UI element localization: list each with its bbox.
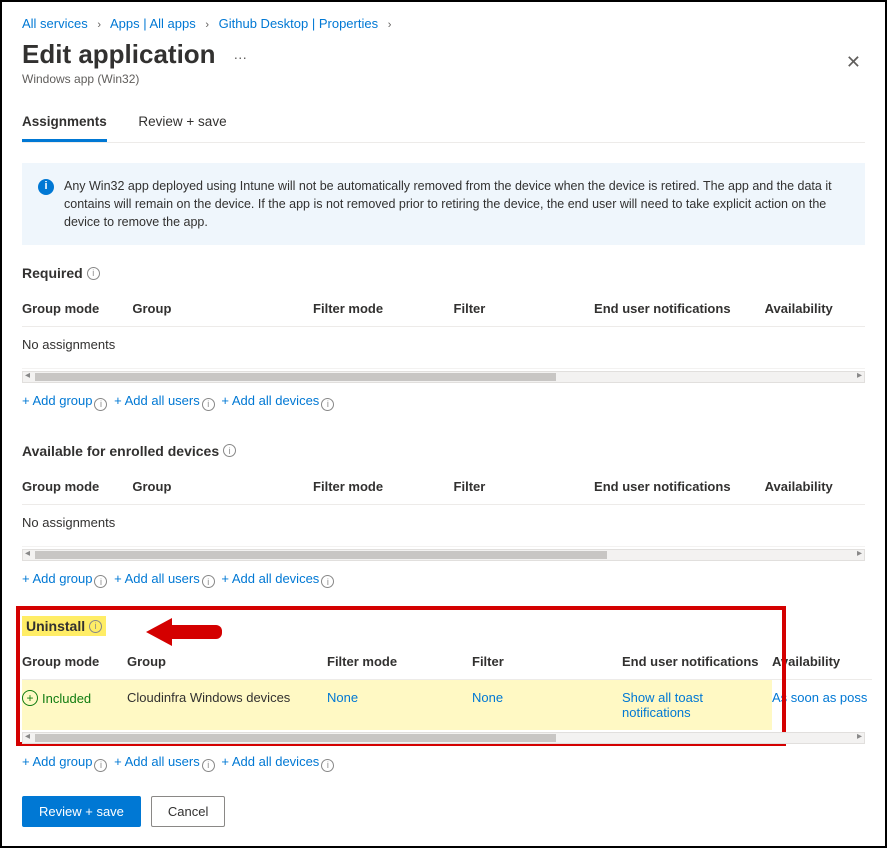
add-all-devices-link[interactable]: + Add all devices: [221, 754, 319, 769]
notifications-cell[interactable]: Show all toast notifications: [622, 680, 772, 731]
table-row: No assignments: [22, 504, 865, 546]
table-row: No assignments: [22, 327, 865, 369]
more-actions-icon[interactable]: …: [219, 46, 248, 62]
group-mode-included[interactable]: + Included: [22, 690, 91, 706]
col-group-mode: Group mode: [22, 469, 132, 505]
plus-circle-icon: +: [22, 690, 38, 706]
col-group: Group: [127, 644, 327, 680]
col-availability: Availability: [765, 291, 865, 327]
info-tooltip-icon[interactable]: i: [87, 267, 100, 280]
info-tooltip-icon[interactable]: i: [94, 575, 107, 588]
col-filter-mode: Filter mode: [327, 644, 472, 680]
page-subtitle: Windows app (Win32): [22, 72, 248, 86]
page-title: Edit application: [22, 39, 216, 70]
section-uninstall-title: Uninstall: [26, 618, 85, 634]
info-tooltip-icon[interactable]: i: [94, 398, 107, 411]
chevron-right-icon: ›: [199, 19, 215, 31]
cancel-button[interactable]: Cancel: [151, 796, 225, 827]
filter-mode-cell[interactable]: None: [327, 680, 472, 731]
col-group-mode: Group mode: [22, 644, 127, 680]
close-icon[interactable]: ✕: [842, 48, 865, 77]
horizontal-scrollbar[interactable]: [22, 732, 865, 744]
info-banner-text: Any Win32 app deployed using Intune will…: [64, 177, 849, 231]
info-tooltip-icon[interactable]: i: [202, 759, 215, 772]
info-tooltip-icon[interactable]: i: [321, 575, 334, 588]
filter-cell[interactable]: None: [472, 680, 622, 731]
info-tooltip-icon[interactable]: i: [89, 620, 102, 633]
section-uninstall: Uninstall i Group mode Group Filter mode…: [22, 612, 865, 772]
add-group-link[interactable]: + Add group: [22, 571, 92, 586]
col-group: Group: [132, 469, 313, 505]
info-tooltip-icon[interactable]: i: [202, 575, 215, 588]
add-all-users-link[interactable]: + Add all users: [114, 754, 200, 769]
group-name-cell: Cloudinfra Windows devices: [127, 680, 327, 731]
col-filter: Filter: [472, 644, 622, 680]
info-tooltip-icon[interactable]: i: [202, 398, 215, 411]
info-tooltip-icon[interactable]: i: [223, 444, 236, 457]
tab-bar: Assignments Review + save: [22, 106, 865, 143]
info-icon: i: [38, 179, 54, 195]
section-required: Required i Group mode Group Filter mode …: [22, 259, 865, 411]
add-all-devices-link[interactable]: + Add all devices: [221, 393, 319, 408]
footer-actions: Review + save Cancel: [22, 796, 865, 827]
section-available: Available for enrolled devices i Group m…: [22, 437, 865, 589]
add-all-users-link[interactable]: + Add all users: [114, 571, 200, 586]
section-required-title: Required: [22, 265, 83, 281]
required-table: Group mode Group Filter mode Filter End …: [22, 291, 865, 369]
horizontal-scrollbar[interactable]: [22, 371, 865, 383]
col-notifications: End user notifications: [622, 644, 772, 680]
col-notifications: End user notifications: [594, 469, 765, 505]
col-availability: Availability: [765, 469, 865, 505]
no-assignments-text: No assignments: [22, 327, 865, 369]
add-group-link[interactable]: + Add group: [22, 754, 92, 769]
col-group: Group: [132, 291, 313, 327]
col-filter-mode: Filter mode: [313, 291, 454, 327]
add-group-link[interactable]: + Add group: [22, 393, 92, 408]
add-all-devices-link[interactable]: + Add all devices: [221, 571, 319, 586]
available-table: Group mode Group Filter mode Filter End …: [22, 469, 865, 547]
availability-cell[interactable]: As soon as poss: [772, 680, 872, 731]
breadcrumb-apps[interactable]: Apps | All apps: [110, 16, 196, 31]
table-row[interactable]: + Included Cloudinfra Windows devices No…: [22, 680, 872, 731]
col-filter: Filter: [454, 469, 595, 505]
info-banner: i Any Win32 app deployed using Intune wi…: [22, 163, 865, 245]
chevron-right-icon: ›: [382, 19, 398, 31]
add-all-users-link[interactable]: + Add all users: [114, 393, 200, 408]
breadcrumb: All services › Apps | All apps › Github …: [22, 12, 865, 39]
tab-review-save[interactable]: Review + save: [138, 106, 226, 139]
chevron-right-icon: ›: [91, 19, 107, 31]
col-group-mode: Group mode: [22, 291, 132, 327]
breadcrumb-all-services[interactable]: All services: [22, 16, 88, 31]
info-tooltip-icon[interactable]: i: [321, 759, 334, 772]
info-tooltip-icon[interactable]: i: [94, 759, 107, 772]
col-filter-mode: Filter mode: [313, 469, 454, 505]
review-save-button[interactable]: Review + save: [22, 796, 141, 827]
no-assignments-text: No assignments: [22, 504, 865, 546]
info-tooltip-icon[interactable]: i: [321, 398, 334, 411]
group-mode-label: Included: [42, 691, 91, 706]
col-filter: Filter: [454, 291, 595, 327]
horizontal-scrollbar[interactable]: [22, 549, 865, 561]
col-availability: Availability: [772, 644, 872, 680]
breadcrumb-app-properties[interactable]: Github Desktop | Properties: [219, 16, 378, 31]
tab-assignments[interactable]: Assignments: [22, 106, 107, 142]
uninstall-table: Group mode Group Filter mode Filter End …: [22, 644, 872, 730]
col-notifications: End user notifications: [594, 291, 765, 327]
section-available-title: Available for enrolled devices: [22, 443, 219, 459]
